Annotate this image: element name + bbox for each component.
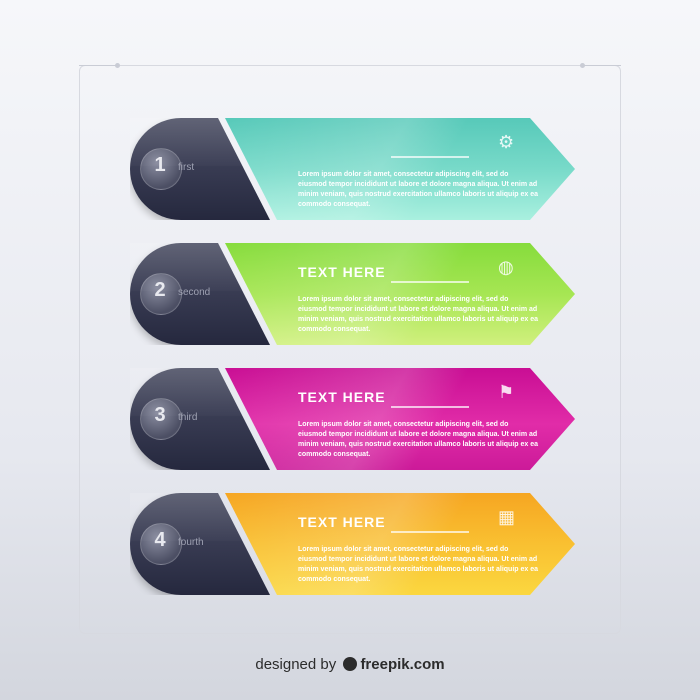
decorative-line bbox=[79, 65, 117, 66]
step-third: 3 third TEXT HERE Lorem ipsum dolor sit … bbox=[130, 368, 575, 470]
gear-icon: ⚙ bbox=[498, 132, 515, 152]
step-heading: TEXT HERE bbox=[298, 389, 386, 405]
step-second: 2 second TEXT HERE Lorem ipsum dolor sit… bbox=[130, 243, 575, 345]
step-body-text: Lorem ipsum dolor sit amet, consectetur … bbox=[298, 546, 539, 583]
attribution-brand: freepik.com bbox=[360, 656, 445, 673]
step-heading: TEXT HERE bbox=[298, 514, 386, 530]
step-number: 4 bbox=[154, 529, 166, 551]
heading-underline bbox=[391, 406, 469, 408]
step-label: first bbox=[178, 162, 195, 173]
flag-icon: ⚑ bbox=[498, 382, 515, 402]
attribution: designed by freepik.com bbox=[0, 656, 700, 673]
step-body-text: Lorem ipsum dolor sit amet, consectetur … bbox=[298, 171, 539, 208]
freepik-logo-icon bbox=[343, 657, 358, 671]
step-body-text: Lorem ipsum dolor sit amet, consectetur … bbox=[298, 296, 539, 333]
step-number: 1 bbox=[154, 154, 166, 176]
step-number: 3 bbox=[154, 404, 166, 426]
step-first: 1 first Lorem ipsum dolor sit amet, cons… bbox=[130, 118, 575, 220]
heading-underline bbox=[391, 281, 469, 283]
step-fourth: 4 fourth TEXT HERE Lorem ipsum dolor sit… bbox=[130, 493, 575, 595]
heading-underline bbox=[391, 156, 469, 158]
globe-icon: ◍ bbox=[498, 257, 514, 277]
decorative-line bbox=[583, 65, 621, 66]
step-number: 2 bbox=[154, 279, 166, 301]
step-body-text: Lorem ipsum dolor sit amet, consectetur … bbox=[298, 421, 539, 458]
decorative-dot bbox=[115, 63, 120, 68]
step-heading: TEXT HERE bbox=[298, 264, 386, 280]
step-label: fourth bbox=[178, 537, 204, 548]
step-label: second bbox=[178, 287, 211, 298]
attribution-prefix: designed by bbox=[255, 656, 337, 673]
decorative-dot bbox=[580, 63, 585, 68]
chart-icon: ▦ bbox=[498, 507, 516, 527]
heading-underline bbox=[391, 531, 469, 533]
step-label: third bbox=[178, 412, 198, 423]
